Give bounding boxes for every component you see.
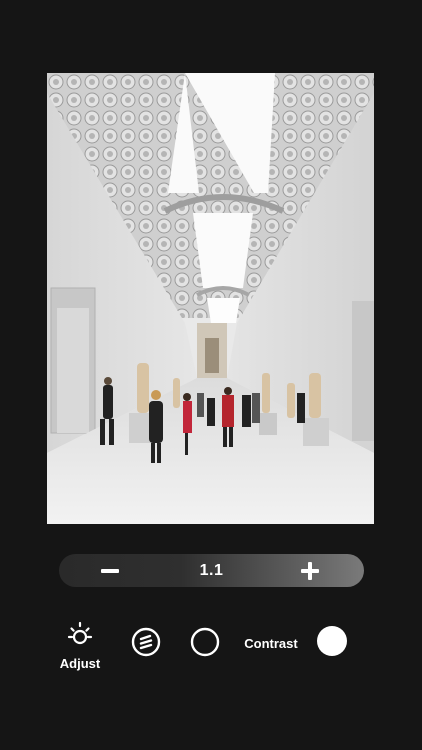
sun-icon bbox=[67, 621, 93, 645]
photo-preview[interactable] bbox=[47, 73, 374, 524]
plus-icon[interactable] bbox=[301, 562, 319, 580]
contrast-label: Contrast bbox=[244, 636, 298, 651]
circle-outline-icon[interactable] bbox=[190, 627, 220, 657]
adjust-label: Adjust bbox=[59, 656, 101, 671]
circle-lines-icon[interactable] bbox=[131, 627, 161, 657]
contrast-tool-button[interactable]: Contrast bbox=[236, 636, 306, 654]
filled-circle-icon[interactable] bbox=[317, 626, 347, 656]
value-stepper: 1.1 bbox=[59, 554, 364, 587]
photo-image bbox=[47, 73, 374, 524]
adjust-tool-button[interactable]: Adjust bbox=[58, 620, 102, 672]
